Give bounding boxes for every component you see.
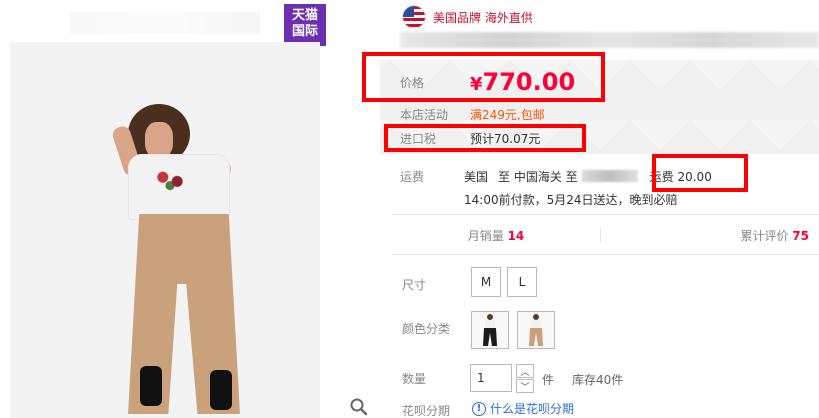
badge-line-2: 国际 — [291, 24, 318, 39]
us-flag-icon — [403, 6, 425, 28]
model-boot-right — [210, 370, 232, 410]
color-label: 颜色分类 — [402, 322, 451, 336]
tmall-global-badge: 天猫 国际 — [284, 4, 326, 46]
shirt-print — [152, 166, 188, 194]
installment-help-link[interactable]: ! 什么是花呗分期 — [472, 400, 574, 417]
monthly-sales-value: 14 — [507, 228, 525, 243]
review-count[interactable]: 累计评价 75 — [601, 227, 819, 244]
stats-bar: 月销量 14 累计评价 75 — [392, 218, 819, 252]
chevron-up-icon: ︿ — [520, 367, 530, 378]
review-count-label: 累计评价 — [740, 228, 789, 243]
blurred-header — [70, 12, 260, 34]
promo-label: 本店活动 — [400, 107, 449, 122]
model-boot-left — [140, 366, 162, 406]
divider-top — [392, 214, 819, 215]
delivery-note: 14:00前付款，5月24日送达，晚到必赔 — [464, 192, 678, 207]
quantity-unit: 件 — [542, 373, 555, 387]
shipping-route: 至 中国海关 至 — [498, 169, 578, 184]
size-label: 尺寸 — [402, 278, 427, 292]
product-photo[interactable] — [10, 42, 320, 418]
tax-highlight-box — [384, 124, 586, 152]
khaki-pants-thumbnail — [529, 314, 543, 346]
quantity-decrease-button[interactable]: ﹀ — [516, 379, 534, 393]
promo-row: 本店活动 满249元,包邮 — [400, 104, 545, 124]
brand-text: 美国品牌 海外直供 — [433, 10, 533, 25]
product-page: 天猫 国际 美国品牌 海外直供 价格 ¥770.00 本店活动 满249元,包邮… — [0, 0, 819, 418]
badge-line-1: 天猫 — [291, 8, 318, 23]
review-count-value: 75 — [792, 228, 809, 243]
quantity-increase-button[interactable]: ︿ — [516, 364, 534, 378]
promo-value[interactable]: 满249元,包邮 — [470, 106, 545, 123]
installment-label: 花呗分期 — [402, 404, 451, 418]
stock-count: 库存40件 — [572, 373, 624, 387]
price-highlight-box — [362, 52, 605, 102]
monthly-sales: 月销量 14 — [392, 227, 600, 244]
color-swatch-black[interactable] — [471, 311, 509, 349]
black-pants-thumbnail — [483, 314, 497, 346]
shipping-fee-highlight-box — [652, 154, 748, 192]
brand-row: 美国品牌 海外直供 — [403, 6, 533, 28]
chevron-down-icon: ﹀ — [520, 382, 530, 393]
size-option-l[interactable]: L — [507, 267, 537, 297]
quantity-label: 数量 — [402, 372, 427, 386]
monthly-sales-label: 月销量 — [467, 228, 504, 243]
installment-help-text: 什么是花呗分期 — [490, 402, 575, 416]
info-icon: ! — [472, 401, 486, 416]
model-face — [145, 122, 173, 158]
shipping-destination-blurred[interactable] — [581, 170, 638, 182]
divider-bottom — [392, 254, 819, 255]
shipping-from: 美国 — [464, 169, 489, 184]
quantity-input[interactable]: 1 — [470, 364, 512, 392]
shipping-label: 运费 — [400, 169, 425, 184]
zoom-icon[interactable] — [350, 398, 368, 416]
product-title-blurred — [400, 32, 819, 48]
product-info: 美国品牌 海外直供 价格 ¥770.00 本店活动 满249元,包邮 进口税 预… — [362, 0, 819, 418]
product-gallery: 天猫 国际 — [0, 0, 380, 418]
color-swatch-khaki[interactable] — [517, 311, 555, 349]
size-option-m[interactable]: M — [471, 267, 501, 297]
